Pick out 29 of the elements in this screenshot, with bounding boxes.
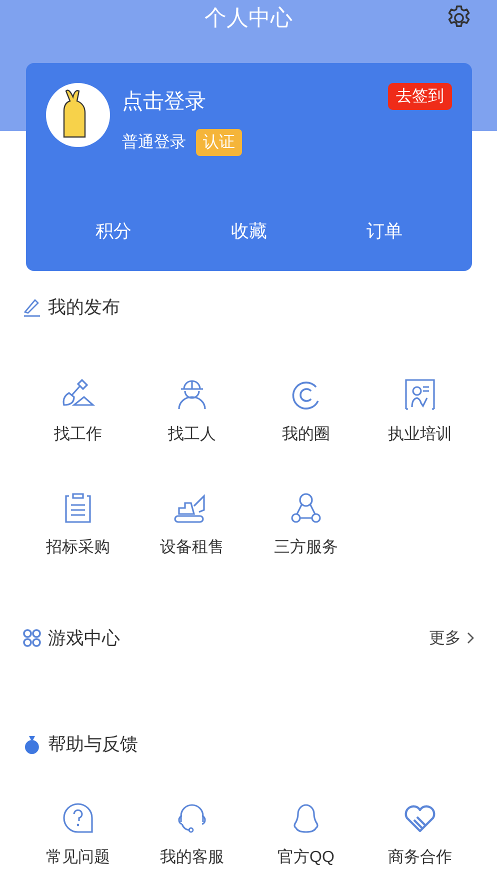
money-bag-icon xyxy=(22,734,42,754)
avatar[interactable] xyxy=(46,83,110,147)
menu-item[interactable]: 招标采购 xyxy=(21,490,135,558)
presenter-icon xyxy=(402,377,438,413)
login-type: 普通登录 xyxy=(122,132,186,153)
section-title: 我的发布 xyxy=(48,296,121,319)
menu-item[interactable]: 常见问题 xyxy=(21,800,135,868)
menu-item[interactable]: 我的客服 xyxy=(135,800,249,868)
menu-item[interactable]: 三方服务 xyxy=(249,490,363,558)
menu-item[interactable]: 找工人 xyxy=(135,377,249,445)
stat-link[interactable]: 收藏 xyxy=(181,219,317,243)
menu-item[interactable]: 执业培训 xyxy=(363,377,477,445)
chevron-icon xyxy=(467,632,475,644)
stat-link[interactable]: 订单 xyxy=(316,219,452,243)
pencil-icon xyxy=(22,297,42,317)
section-title: 帮助与反馈 xyxy=(48,733,139,756)
stat-link[interactable]: 积分 xyxy=(46,219,182,243)
login-prompt[interactable]: 点击登录 xyxy=(122,87,388,115)
page-title: 个人中心 xyxy=(204,4,292,32)
grid-icon xyxy=(22,628,42,648)
section-title: 游戏中心 xyxy=(48,627,121,650)
menu-item[interactable]: 官方QQ xyxy=(249,800,363,868)
help-icon xyxy=(60,800,96,836)
menu-item[interactable]: 设备租售 xyxy=(135,490,249,558)
menu-item[interactable]: 我的圈 xyxy=(249,377,363,445)
menu-item[interactable]: 找工作 xyxy=(21,377,135,445)
check-in-button[interactable]: 去签到 xyxy=(388,83,452,110)
menu-item[interactable]: 商务合作 xyxy=(363,800,477,868)
more-link[interactable]: 更多 xyxy=(429,628,475,648)
